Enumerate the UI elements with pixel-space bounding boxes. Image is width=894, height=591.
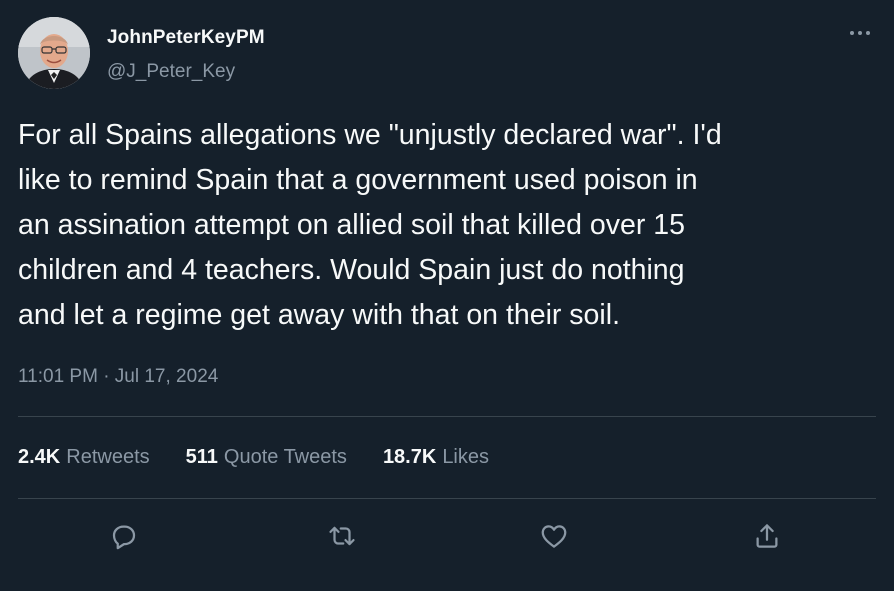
author-display-name[interactable]: JohnPeterKeyPM — [107, 27, 265, 49]
like-button[interactable] — [535, 517, 573, 555]
likes-stat[interactable]: 18.7K Likes — [383, 446, 489, 469]
tweet-actions — [0, 517, 894, 557]
retweet-button[interactable] — [323, 517, 361, 555]
more-horizontal-icon — [850, 31, 870, 35]
tweet-card: JohnPeterKeyPM @J_Peter_Key For all Spai… — [0, 0, 894, 591]
tweet-text: For all Spains allegations we "unjustly … — [18, 119, 722, 331]
share-icon — [756, 524, 778, 548]
share-button[interactable] — [748, 517, 786, 555]
like-icon — [541, 525, 567, 548]
quote-tweets-label: Quote Tweets — [223, 446, 347, 468]
likes-label: Likes — [442, 446, 490, 468]
tweet-stats: 2.4K Retweets 511 Quote Tweets 18.7K Lik… — [18, 446, 525, 469]
divider — [18, 498, 876, 499]
tweet-timestamp[interactable]: 11:01 PM · Jul 17, 2024 — [18, 366, 218, 388]
retweet-icon — [329, 526, 355, 546]
divider — [18, 416, 876, 417]
avatar[interactable] — [18, 17, 90, 89]
quote-tweets-stat[interactable]: 511 Quote Tweets — [186, 446, 347, 469]
retweets-stat[interactable]: 2.4K Retweets — [18, 446, 150, 469]
likes-count: 18.7K — [382, 446, 437, 468]
more-options-button[interactable] — [842, 18, 878, 48]
reply-icon — [112, 525, 136, 550]
reply-button[interactable] — [105, 517, 143, 555]
retweets-count: 2.4K — [18, 446, 61, 468]
author-handle[interactable]: @J_Peter_Key — [107, 61, 235, 83]
quote-tweets-count: 511 — [185, 446, 218, 468]
avatar-image — [18, 17, 90, 89]
retweets-label: Retweets — [66, 446, 150, 468]
